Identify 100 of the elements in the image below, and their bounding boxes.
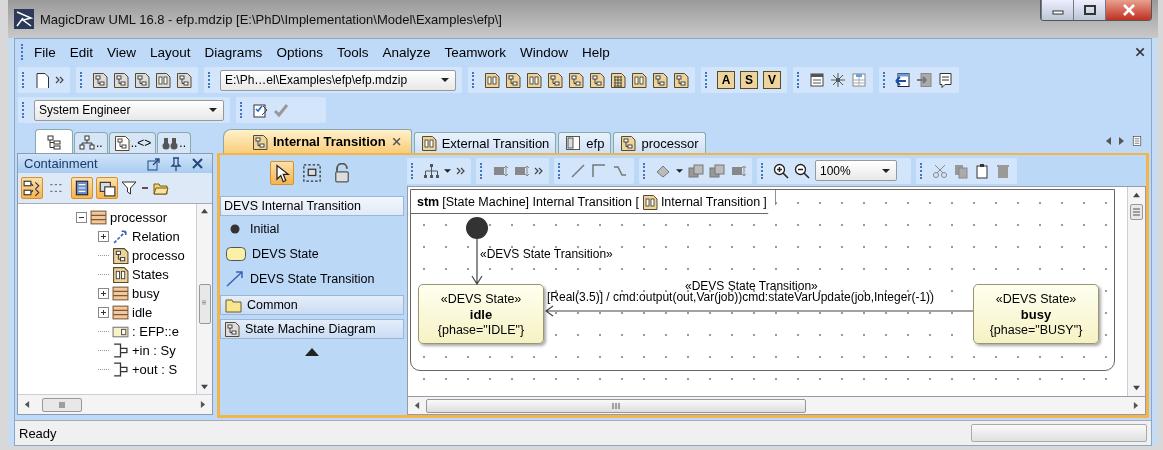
folder-icon[interactable] — [224, 297, 242, 313]
diagram-icon[interactable] — [113, 135, 130, 151]
close-button[interactable] — [1105, 0, 1151, 20]
grip-icon[interactable] — [1131, 205, 1142, 219]
diagram-icon[interactable] — [134, 72, 150, 88]
palette-item[interactable]: DEVS State — [252, 247, 319, 261]
binoculars-icon[interactable] — [162, 135, 179, 151]
tree-item[interactable]: +in : Sy — [132, 343, 176, 358]
minimize-button[interactable] — [1041, 0, 1073, 20]
editor-tab[interactable]: efp — [558, 132, 612, 153]
stack-icon[interactable] — [688, 162, 704, 179]
letter-button[interactable]: V — [763, 71, 781, 89]
menu-item[interactable]: View — [101, 42, 143, 62]
caret-icon[interactable] — [676, 168, 683, 173]
up-arrow-icon[interactable] — [200, 208, 209, 214]
palette-group-header[interactable]: State Machine Diagram — [220, 319, 404, 339]
left-arrow-icon[interactable] — [1105, 135, 1112, 146]
menu-item[interactable]: Tools — [330, 42, 375, 62]
down-arrow-icon[interactable] — [200, 384, 209, 390]
tree-item[interactable]: processor — [110, 210, 168, 225]
menu-item[interactable]: Window — [513, 42, 574, 62]
left-arrow-icon[interactable] — [414, 401, 420, 410]
tree-item[interactable]: idle — [132, 305, 153, 320]
tree-item[interactable]: processo — [132, 248, 185, 263]
filter-icon[interactable] — [121, 180, 137, 196]
expander-icon[interactable] — [98, 288, 109, 299]
menu-item[interactable]: File — [28, 42, 62, 62]
menu-item[interactable]: Help — [576, 42, 616, 62]
project-path-dropdown[interactable]: E:\Ph…el\Examples\efp\efp.mdzip — [220, 69, 456, 91]
tree-item[interactable]: busy — [132, 286, 160, 301]
horizontal-scrollbar[interactable] — [18, 394, 212, 414]
expander-icon[interactable] — [76, 212, 87, 223]
zoom-in-icon[interactable] — [773, 162, 789, 179]
menu-item[interactable]: Options — [270, 42, 329, 62]
hierarchy-icon[interactable] — [79, 135, 95, 151]
expander-icon[interactable] — [98, 231, 109, 242]
close-icon[interactable] — [1134, 45, 1147, 59]
expander-icon[interactable] — [98, 307, 109, 318]
right-arrow-icon[interactable] — [200, 400, 206, 409]
horizontal-scrollbar[interactable] — [407, 397, 1146, 415]
diagram-icon[interactable] — [92, 72, 108, 88]
palette-group-header[interactable]: DEVS Internal Transition — [220, 196, 404, 216]
note-icon[interactable] — [937, 72, 953, 88]
letter-button[interactable]: A — [717, 71, 735, 89]
palette-group-header[interactable]: Common — [220, 295, 404, 315]
chevron-icon[interactable] — [534, 166, 543, 175]
diagram-icon[interactable] — [589, 72, 605, 88]
zoom-out-icon[interactable] — [794, 162, 810, 179]
menu-item[interactable]: Teamwork — [438, 42, 512, 62]
maximize-icon[interactable] — [1083, 5, 1096, 15]
diagram-icon[interactable] — [631, 72, 647, 88]
open-folder-icon[interactable] — [153, 180, 169, 196]
vertical-scrollbar[interactable] — [196, 204, 212, 394]
line-icon[interactable] — [570, 162, 586, 179]
tree-item[interactable]: States — [132, 267, 169, 282]
tree-item[interactable]: : EFP::e — [132, 324, 179, 339]
window-icon[interactable] — [809, 72, 825, 88]
checklist-icon[interactable] — [252, 102, 268, 118]
grip-icon[interactable] — [200, 300, 209, 308]
diagram-icon[interactable] — [610, 72, 626, 88]
checkmark-icon[interactable] — [273, 102, 289, 118]
diagram-icon[interactable] — [113, 72, 129, 88]
stack-icon[interactable] — [709, 162, 725, 179]
frame-icon[interactable] — [565, 135, 582, 151]
layout-icon[interactable] — [423, 162, 439, 179]
maximize-button[interactable] — [1073, 0, 1105, 20]
close-icon[interactable] — [390, 135, 403, 148]
diagram-icon[interactable] — [420, 135, 437, 151]
diagram-icon[interactable] — [505, 72, 521, 88]
browser-tab[interactable] — [35, 129, 73, 153]
editor-tab[interactable]: Internal Transition — [223, 129, 412, 153]
caret-icon[interactable] — [444, 168, 451, 173]
chevron-icon[interactable] — [55, 76, 64, 84]
up-arrow-icon[interactable] — [1132, 192, 1141, 198]
menu-item[interactable]: Diagrams — [198, 42, 269, 62]
new-document-icon[interactable] — [34, 72, 50, 88]
right-arrow-icon[interactable] — [1118, 135, 1125, 146]
tree-icon[interactable] — [46, 133, 62, 150]
float-icon[interactable] — [146, 155, 162, 172]
diagram-icon[interactable] — [155, 72, 171, 88]
browser-tab[interactable]: ..<> — [108, 132, 157, 153]
diagram-icon[interactable] — [547, 72, 563, 88]
diagram-icon[interactable] — [652, 72, 668, 88]
chevron-icon[interactable] — [456, 166, 465, 175]
down-arrow-icon[interactable] — [1132, 385, 1141, 391]
cut-icon[interactable] — [932, 162, 948, 179]
diagram-icon[interactable] — [224, 321, 240, 337]
tree-item[interactable]: Relation — [132, 229, 180, 244]
zoom-dropdown[interactable]: 100% — [815, 160, 897, 181]
palette-item[interactable]: DEVS State Transition — [250, 272, 375, 286]
tree-item[interactable]: +out : S — [132, 362, 178, 377]
diagram-icon[interactable] — [526, 72, 542, 88]
vertical-scrollbar[interactable] — [1127, 187, 1145, 396]
diagram-icon[interactable] — [673, 72, 689, 88]
forward-arrow-icon[interactable] — [916, 72, 932, 88]
diagram-icon[interactable] — [252, 133, 268, 150]
letter-button[interactable]: S — [740, 71, 758, 89]
scroll-up-icon[interactable] — [305, 348, 319, 356]
grip-icon[interactable] — [611, 401, 621, 410]
diagram-icon[interactable] — [620, 135, 637, 151]
